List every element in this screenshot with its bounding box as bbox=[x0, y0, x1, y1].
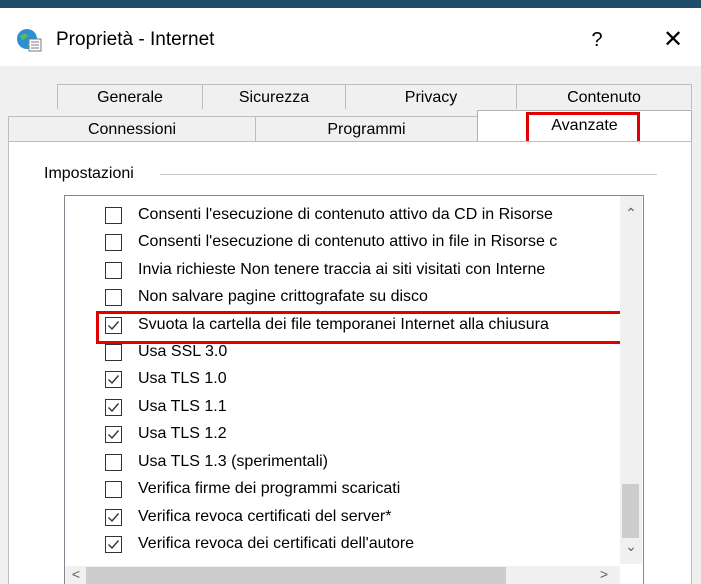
list-item[interactable]: Usa SSL 3.0 bbox=[105, 339, 625, 365]
item-label: Consenti l'esecuzione di contenuto attiv… bbox=[138, 206, 553, 223]
checkmark-icon bbox=[108, 513, 120, 523]
scroll-up-icon[interactable]: ⌃ bbox=[622, 205, 640, 223]
tab-connessioni[interactable]: Connessioni bbox=[8, 116, 256, 141]
settings-group-label: Impostazioni bbox=[44, 164, 142, 184]
scroll-right-icon[interactable]: > bbox=[596, 566, 612, 584]
checkbox[interactable] bbox=[105, 454, 122, 471]
item-label: Svuota la cartella dei file temporanei I… bbox=[138, 316, 549, 333]
item-label: Usa SSL 3.0 bbox=[138, 343, 228, 360]
item-label: Verifica revoca dei certificati dell'aut… bbox=[138, 535, 415, 552]
item-label: Consenti l'esecuzione di contenuto attiv… bbox=[138, 233, 558, 250]
checkbox[interactable] bbox=[105, 262, 122, 279]
checkbox-checked[interactable] bbox=[105, 536, 122, 553]
checkbox-checked[interactable] bbox=[105, 426, 122, 443]
vertical-scroll-thumb[interactable] bbox=[622, 484, 639, 538]
window-title: Proprietà - Internet bbox=[56, 29, 215, 50]
checkbox-checked[interactable] bbox=[105, 399, 122, 416]
item-label: Usa TLS 1.3 (sperimentali) bbox=[138, 453, 328, 470]
checkmark-icon bbox=[108, 375, 120, 385]
tab-contenuto[interactable]: Contenuto bbox=[516, 84, 692, 109]
checkmark-icon bbox=[108, 540, 120, 550]
list-item[interactable]: Verifica firme dei programmi scaricati bbox=[105, 476, 625, 502]
checkmark-icon bbox=[108, 403, 120, 413]
tab-privacy[interactable]: Privacy bbox=[345, 84, 517, 109]
checkbox[interactable] bbox=[105, 234, 122, 251]
checkmark-icon bbox=[108, 321, 120, 331]
close-button[interactable]: ✕ bbox=[655, 24, 691, 56]
item-label: Verifica firme dei programmi scaricati bbox=[138, 480, 401, 497]
list-item[interactable]: Non salvare pagine crittografate su disc… bbox=[105, 284, 625, 310]
tab-avanzate[interactable]: Avanzate bbox=[477, 110, 692, 142]
list-item[interactable]: Svuota la cartella dei file temporanei I… bbox=[105, 312, 625, 338]
horizontal-scroll-thumb[interactable] bbox=[86, 567, 506, 584]
checkbox[interactable] bbox=[105, 289, 122, 306]
list-item[interactable]: Usa TLS 1.1 bbox=[105, 394, 625, 420]
help-button[interactable]: ? bbox=[580, 26, 614, 54]
list-item[interactable]: Consenti l'esecuzione di contenuto attiv… bbox=[105, 229, 625, 255]
settings-list[interactable]: Consenti l'esecuzione di contenuto attiv… bbox=[64, 195, 644, 584]
checkbox[interactable] bbox=[105, 481, 122, 498]
tab-programmi[interactable]: Programmi bbox=[255, 116, 478, 141]
item-label: Non salvare pagine crittografate su disc… bbox=[138, 288, 428, 305]
checkbox[interactable] bbox=[105, 207, 122, 224]
scroll-left-icon[interactable]: < bbox=[68, 566, 84, 584]
checkmark-icon bbox=[108, 430, 120, 440]
item-label: Usa TLS 1.2 bbox=[138, 425, 227, 442]
list-item[interactable]: Verifica revoca certificati del server* bbox=[105, 504, 625, 530]
item-label: Usa TLS 1.0 bbox=[138, 370, 227, 387]
window-accent-bar bbox=[0, 0, 701, 8]
tab-sicurezza[interactable]: Sicurezza bbox=[202, 84, 346, 109]
internet-options-icon bbox=[16, 28, 42, 52]
checkbox-checked[interactable] bbox=[105, 509, 122, 526]
list-item[interactable]: Invia richieste Non tenere traccia ai si… bbox=[105, 257, 625, 283]
item-label: Usa TLS 1.1 bbox=[138, 398, 227, 415]
title-bar: Proprietà - Internet ? ✕ bbox=[0, 8, 701, 66]
checkbox-checked[interactable] bbox=[105, 317, 122, 334]
list-item[interactable]: Usa TLS 1.2 bbox=[105, 421, 625, 447]
checkbox[interactable] bbox=[105, 344, 122, 361]
group-divider bbox=[160, 174, 657, 175]
tab-generale[interactable]: Generale bbox=[57, 84, 203, 109]
list-item[interactable]: Usa TLS 1.0 bbox=[105, 366, 625, 392]
scroll-down-icon[interactable]: ⌄ bbox=[622, 538, 640, 556]
list-item[interactable]: Consenti l'esecuzione di contenuto attiv… bbox=[105, 202, 625, 228]
item-label: Invia richieste Non tenere traccia ai si… bbox=[138, 261, 546, 278]
list-item[interactable]: Verifica revoca dei certificati dell'aut… bbox=[105, 531, 625, 557]
item-label: Verifica revoca certificati del server* bbox=[138, 508, 392, 525]
checkbox-checked[interactable] bbox=[105, 371, 122, 388]
list-item[interactable]: Usa TLS 1.3 (sperimentali) bbox=[105, 449, 625, 475]
